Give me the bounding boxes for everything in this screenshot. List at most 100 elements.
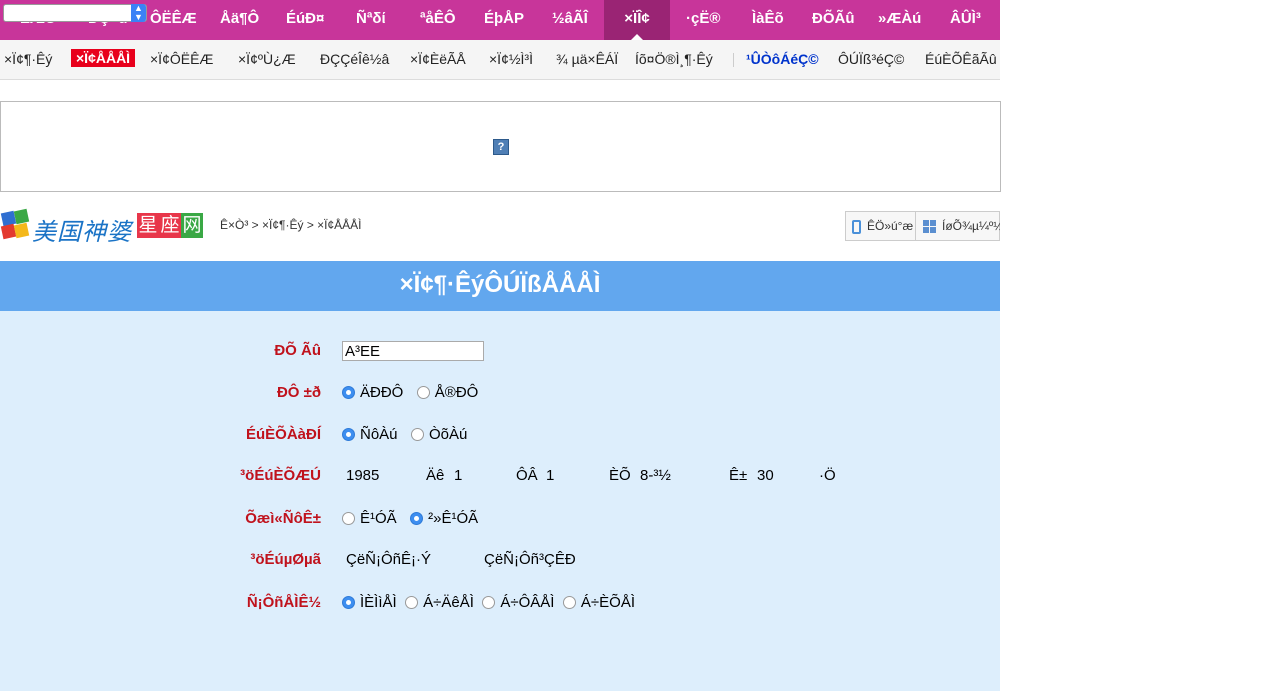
- style-option-3-label: Á÷ÔÂÅÌ: [500, 594, 555, 611]
- grid-icon: [923, 220, 936, 234]
- radio-icon[interactable]: [482, 595, 496, 609]
- birthplace-label: ³öÉúµØµã: [250, 551, 321, 568]
- radio-icon[interactable]: [342, 511, 355, 525]
- style-option-2[interactable]: Á÷ÄêÅÌ: [405, 591, 474, 615]
- form-panel: ÐÕ Ãû ÐÔ ±ð ÄÐÐÔ Å®ÐÔ ÉúÈÕÀàÐÍ ÑôÀú ÒõÀú…: [0, 311, 1000, 691]
- topnav-item-13[interactable]: ÐÕÃû: [812, 0, 855, 40]
- logo-tag-char-1: 星: [137, 213, 159, 238]
- birth-minute-unit: ·Ö: [819, 467, 836, 484]
- birth-minute-select[interactable]: 30: [757, 467, 774, 484]
- solar-time-option-nouse-label: ²»Ê¹ÓÃ: [428, 510, 479, 527]
- solar-time-option-use[interactable]: Ê¹ÓÃ: [342, 507, 397, 531]
- subnav-item-1[interactable]: ×Ï¢¶·Êý: [4, 51, 52, 67]
- row-solar-time: Õæì«ÑôÊ± Ê¹ÓÃ ²»Ê¹ÓÃ: [0, 507, 1000, 531]
- logo-tag-char-3: 网: [181, 213, 203, 238]
- topnav-item-3[interactable]: ÔËÊÆ: [150, 0, 197, 40]
- birthdate-label: ³öÉúÈÕÆÚ: [240, 467, 321, 484]
- quick-button-group: ÊÖ»ú°æ ÍøÕ¾µ¼º½: [845, 211, 1000, 241]
- radio-icon[interactable]: [562, 595, 576, 609]
- subnav-item-2-active[interactable]: ×Ï¢ÅÅÅÌ: [71, 49, 136, 67]
- subnav-item-10[interactable]: ¹ÛÒôÁéÇ©: [746, 51, 819, 67]
- subnav-item-9[interactable]: Íõ¤Ö®Ì¸¶·Êý: [635, 51, 713, 67]
- city-select[interactable]: ÇëÑ¡Ôñ³ÇÊÐ: [484, 551, 576, 568]
- ad-banner: ?: [0, 101, 1001, 192]
- style-option-3[interactable]: Á÷ÔÂÅÌ: [482, 591, 554, 615]
- subnav-item-6[interactable]: ×Ï¢ÈëÃÅ: [410, 51, 466, 67]
- calendar-option-lunar[interactable]: ÒõÀú: [410, 423, 468, 447]
- topnav-item-14[interactable]: »ÆÀú: [878, 0, 921, 40]
- logo-tag-char-2: 座: [159, 213, 181, 238]
- topnav-item-8[interactable]: ÉþÅP: [484, 0, 524, 40]
- birth-month-select[interactable]: 1: [454, 467, 462, 484]
- name-input[interactable]: [342, 341, 484, 361]
- subnav-item-5[interactable]: ÐÇÇéÎê½â: [320, 51, 389, 67]
- gender-option-female-label: Å®ÐÔ: [434, 384, 479, 401]
- topnav-item-10-active[interactable]: ×ÏÎ¢: [604, 0, 670, 40]
- topnav-item-11[interactable]: ·çË®: [686, 0, 720, 40]
- radio-selected-icon[interactable]: [342, 385, 355, 399]
- phone-icon: [852, 219, 861, 234]
- topnav-item-6[interactable]: Ñªδί: [356, 0, 386, 40]
- breadcrumb[interactable]: Ê×Ò³ > ×Ï¢¶·Êý > ×Ï¢ÅÅÅÌ: [220, 218, 362, 232]
- broken-image-icon: ?: [493, 139, 509, 155]
- province-select[interactable]: ÇëÑ¡ÔñÊ¡·Ý: [346, 551, 431, 568]
- gender-option-male[interactable]: ÄÐÐÔ: [342, 381, 403, 405]
- radio-icon[interactable]: [416, 385, 430, 399]
- subnav-item-8[interactable]: ¾ µä×ÊÁÏ: [556, 51, 618, 67]
- form-title: ×Ï¢¶·ÊýÔÚÏßÅÅÅÌ: [0, 261, 1000, 311]
- subnav-item-7[interactable]: ×Ï¢½Ì³Ì: [489, 51, 533, 67]
- topnav-item-12[interactable]: ÌàÊõ: [752, 0, 784, 40]
- row-gender: ÐÔ ±ð ÄÐÐÔ Å®ÐÔ: [0, 381, 1000, 405]
- birth-month-unit: ÔÂ: [516, 467, 538, 484]
- topnav-item-4[interactable]: Åä¶Ô: [220, 0, 259, 40]
- subnav-item-11[interactable]: ÔÚÏß³éÇ©: [838, 51, 904, 67]
- row-birthplace: ³öÉúµØµã ÇëÑ¡ÔñÊ¡·Ý ÇëÑ¡Ôñ³ÇÊÐ: [0, 548, 1000, 572]
- gender-label: ÐÔ ±ð: [276, 384, 321, 401]
- name-label: ÐÕ Ãû: [274, 342, 321, 359]
- birth-day-label: ÈÕ: [609, 467, 631, 484]
- subnav-item-3[interactable]: ×Ï¢ÔËÊÆ: [150, 51, 213, 67]
- birth-hour-select[interactable]: 8-³½: [640, 467, 671, 484]
- solar-time-label: Õæì«ÑôÊ±: [245, 510, 321, 527]
- topnav-item-15[interactable]: ÂÛÌ³: [950, 0, 981, 40]
- gender-option-female[interactable]: Å®ÐÔ: [416, 381, 479, 405]
- style-option-4-label: Á÷ÈÕÅÌ: [580, 594, 635, 611]
- solar-time-option-nouse[interactable]: ²»Ê¹ÓÃ: [410, 507, 478, 531]
- calendar-option-solar[interactable]: ÑôÀú: [342, 423, 398, 447]
- site-logo[interactable]: 美国神婆 星座网: [0, 208, 206, 246]
- topnav-item-10-label: ×ÏÎ¢: [624, 10, 650, 27]
- row-chart-style: Ñ¡ÔñÅÌÊ½ ÌÈÌìÅÌ Á÷ÄêÅÌ Á÷ÔÂÅÌ Á÷ÈÕÅÌ: [0, 591, 1000, 615]
- radio-selected-icon[interactable]: [342, 427, 355, 441]
- subnav-item-12[interactable]: ÉúÈÕÊãÃû: [925, 51, 1000, 67]
- topnav-item-5[interactable]: ÉúÐ¤: [286, 0, 324, 40]
- solar-time-option-use-label: Ê¹ÓÃ: [360, 510, 397, 527]
- sub-nav-bar: ×Ï¢¶·Êý ×Ï¢ÅÅÅÌ ×Ï¢ÔËÊÆ ×Ï¢ºÙ¿Æ ÐÇÇéÎê½â…: [0, 40, 1000, 80]
- row-birthdate: ³öÉúÈÕÆÚ 1985 Äê 1 ÔÂ 1 ÈÕ 8-³½ Ê± 30 ·Ö: [0, 464, 1000, 488]
- radio-selected-icon[interactable]: [342, 595, 355, 609]
- style-option-1-label: ÌÈÌìÅÌ: [360, 594, 397, 611]
- radio-icon[interactable]: [410, 427, 424, 441]
- mobile-version-label: ÊÖ»ú°æ: [867, 219, 914, 233]
- birth-month-select-2[interactable]: 1: [546, 467, 554, 484]
- site-nav-label: ÍøÕ¾µ¼º½: [942, 219, 1000, 233]
- subnav-divider: [733, 53, 734, 67]
- site-nav-button[interactable]: ÍøÕ¾µ¼º½: [915, 212, 1000, 240]
- radio-icon[interactable]: [405, 595, 419, 609]
- style-option-1[interactable]: ÌÈÌìÅÌ: [342, 591, 397, 615]
- select-arrows-icon: ▲ ▼: [131, 4, 146, 22]
- chart-style-label: Ñ¡ÔñÅÌÊ½: [246, 594, 321, 611]
- calendar-option-lunar-label: ÒõÀú: [428, 426, 468, 443]
- style-option-4[interactable]: Á÷ÈÕÅÌ: [562, 591, 635, 615]
- birth-year-select[interactable]: 1985: [346, 467, 379, 484]
- gender-option-male-label: ÄÐÐÔ: [360, 384, 404, 401]
- topnav-item-7[interactable]: ªåÊÔ: [420, 0, 456, 40]
- radio-selected-icon[interactable]: [410, 511, 424, 525]
- row-calendar: ÉúÈÕÀàÐÍ ÑôÀú ÒõÀú: [0, 423, 1000, 447]
- top-select-dropdown[interactable]: ▲ ▼: [3, 4, 147, 22]
- mobile-version-button[interactable]: ÊÖ»ú°æ: [846, 212, 915, 240]
- subnav-item-4[interactable]: ×Ï¢ºÙ¿Æ: [238, 51, 296, 67]
- logo-mark-icon: [0, 208, 30, 240]
- birth-hour-label: Ê±: [729, 467, 748, 484]
- topnav-item-9[interactable]: ½âÃÎ: [552, 0, 588, 40]
- row-name: ÐÕ Ãû: [0, 339, 1000, 363]
